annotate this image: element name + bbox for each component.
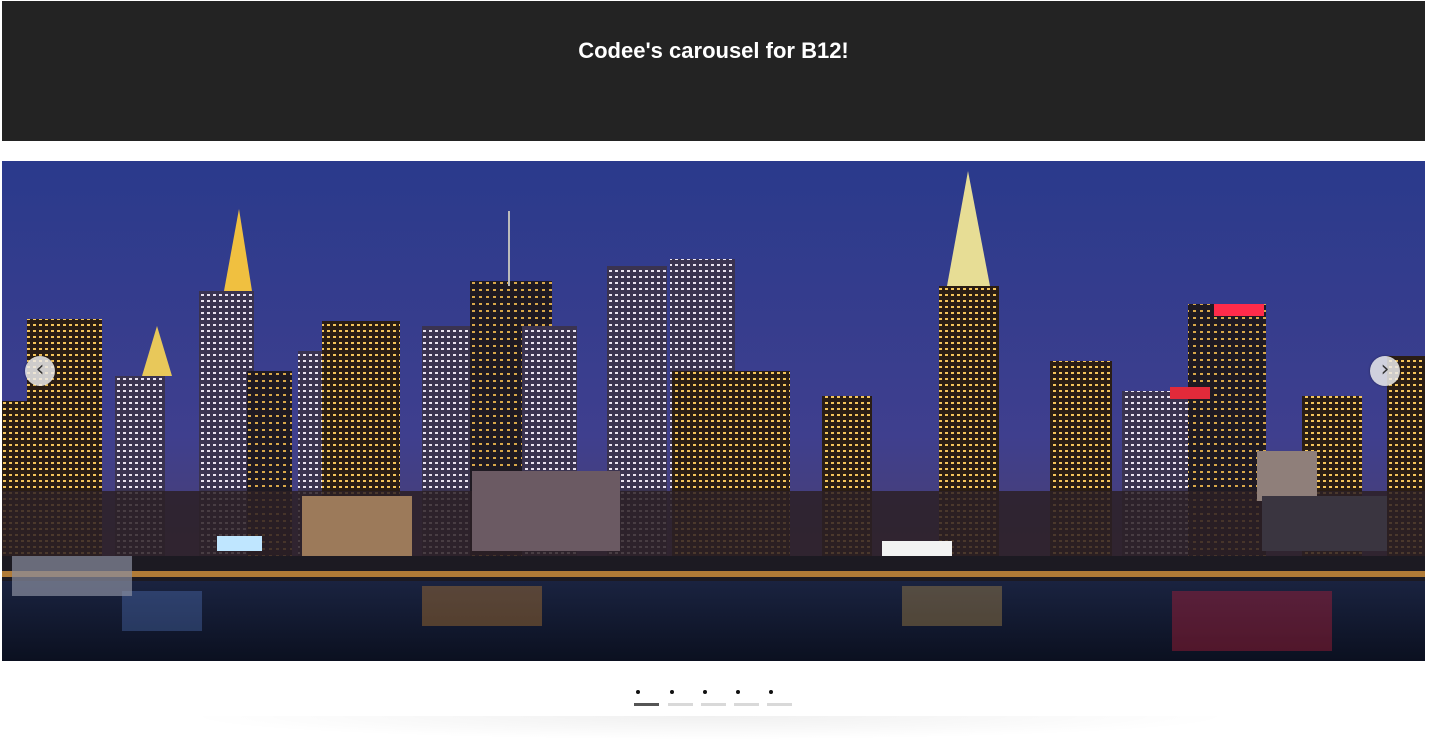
dot-underline [701, 703, 726, 706]
slide-dot-3[interactable] [701, 688, 726, 706]
dot-icon [670, 690, 674, 694]
slide-dot-2[interactable] [668, 688, 693, 706]
prev-slide-button[interactable]: ‹ [25, 356, 55, 386]
dot-underline [668, 703, 693, 706]
slide-dot-5[interactable] [767, 688, 792, 706]
dot-underline [767, 703, 792, 706]
chevron-left-icon: ‹ [35, 357, 45, 382]
dot-icon [736, 690, 740, 694]
chevron-right-icon: › [1380, 357, 1390, 382]
next-slide-button[interactable]: › [1370, 356, 1400, 386]
carousel[interactable]: ‹ › [2, 161, 1425, 661]
dot-icon [636, 690, 640, 694]
dot-underline [634, 703, 659, 706]
dot-underline [734, 703, 759, 706]
slide-dot-4[interactable] [734, 688, 759, 706]
dot-icon [703, 690, 707, 694]
footer-shadow [180, 716, 1240, 740]
page-header: Codee's carousel for B12! [2, 1, 1425, 141]
slide-dot-1[interactable] [634, 688, 659, 706]
dot-icon [769, 690, 773, 694]
page-title: Codee's carousel for B12! [578, 38, 849, 63]
slide-image [2, 161, 1425, 661]
